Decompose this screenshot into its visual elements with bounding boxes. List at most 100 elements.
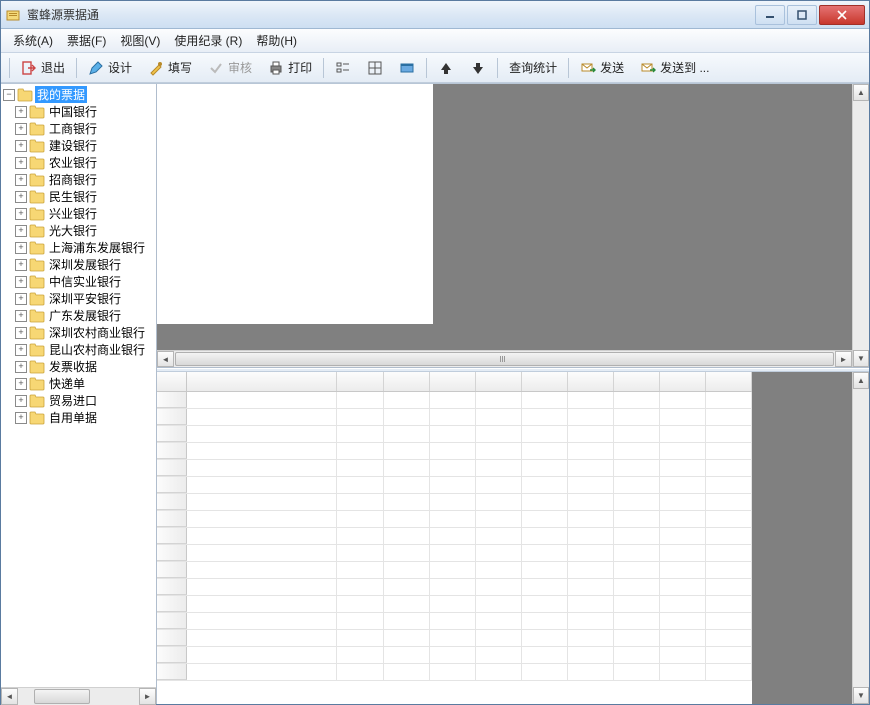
tree-item[interactable]: +深圳平安银行: [15, 290, 156, 307]
grid-cell[interactable]: [430, 647, 476, 663]
grid-cell[interactable]: [706, 426, 752, 442]
move-up-button[interactable]: [431, 57, 461, 79]
send-button[interactable]: 发送: [573, 56, 631, 79]
grid-cell[interactable]: [522, 392, 568, 408]
grid-cell[interactable]: [384, 647, 430, 663]
row-header[interactable]: [157, 647, 187, 663]
scroll-up-icon[interactable]: ▲: [853, 372, 869, 389]
grid-cell[interactable]: [430, 630, 476, 646]
grid-cell[interactable]: [384, 579, 430, 595]
grid-cell[interactable]: [660, 477, 706, 493]
grid-cell[interactable]: [522, 477, 568, 493]
grid-cell[interactable]: [476, 613, 522, 629]
row-header[interactable]: [157, 460, 187, 476]
menu-help[interactable]: 帮助(H): [250, 30, 303, 51]
expander-icon[interactable]: +: [15, 327, 27, 339]
scroll-track[interactable]: [853, 389, 869, 687]
scroll-down-icon[interactable]: ▼: [853, 687, 869, 704]
grid-col-header[interactable]: [614, 372, 660, 391]
grid-cell[interactable]: [614, 613, 660, 629]
grid-cell[interactable]: [660, 647, 706, 663]
grid-cell[interactable]: [187, 528, 337, 544]
audit-button[interactable]: 审核: [201, 56, 259, 79]
grid-cell[interactable]: [614, 579, 660, 595]
grid-cell[interactable]: [337, 647, 383, 663]
tree-item[interactable]: +建设银行: [15, 137, 156, 154]
grid-corner[interactable]: [157, 372, 187, 391]
grid-cell[interactable]: [706, 579, 752, 595]
menu-history[interactable]: 使用纪录 (R): [168, 30, 248, 51]
expander-icon[interactable]: +: [15, 242, 27, 254]
grid-cell[interactable]: [476, 596, 522, 612]
grid-cell[interactable]: [614, 596, 660, 612]
grid-cell[interactable]: [522, 409, 568, 425]
scroll-right-icon[interactable]: ►: [139, 688, 156, 705]
table-row[interactable]: [157, 477, 752, 494]
maximize-button[interactable]: [787, 5, 817, 25]
grid-cell[interactable]: [522, 528, 568, 544]
grid-cell[interactable]: [187, 596, 337, 612]
menu-system[interactable]: 系统(A): [7, 30, 59, 51]
grid-col-header[interactable]: [568, 372, 614, 391]
grid-cell[interactable]: [476, 511, 522, 527]
grid-cell[interactable]: [187, 443, 337, 459]
grid-cell[interactable]: [337, 477, 383, 493]
grid-cell[interactable]: [337, 664, 383, 680]
grid-cell[interactable]: [337, 460, 383, 476]
grid-cell[interactable]: [187, 630, 337, 646]
row-header[interactable]: [157, 613, 187, 629]
expander-icon[interactable]: +: [15, 123, 27, 135]
row-header[interactable]: [157, 477, 187, 493]
grid-cell[interactable]: [660, 460, 706, 476]
grid-cell[interactable]: [568, 511, 614, 527]
grid-cell[interactable]: [614, 426, 660, 442]
grid-cell[interactable]: [706, 630, 752, 646]
tree-item[interactable]: +深圳发展银行: [15, 256, 156, 273]
row-header[interactable]: [157, 409, 187, 425]
row-header[interactable]: [157, 528, 187, 544]
grid-cell[interactable]: [522, 460, 568, 476]
grid-cell[interactable]: [337, 494, 383, 510]
grid-cell[interactable]: [706, 647, 752, 663]
row-header[interactable]: [157, 579, 187, 595]
expander-icon[interactable]: −: [3, 89, 15, 101]
expander-icon[interactable]: +: [15, 412, 27, 424]
grid-cell[interactable]: [706, 528, 752, 544]
table-row[interactable]: [157, 647, 752, 664]
scroll-track[interactable]: [18, 688, 139, 705]
tree-item[interactable]: +自用单据: [15, 409, 156, 426]
grid-cell[interactable]: [430, 596, 476, 612]
tree-item[interactable]: +农业银行: [15, 154, 156, 171]
grid-cell[interactable]: [660, 443, 706, 459]
grid-cell[interactable]: [430, 664, 476, 680]
table-row[interactable]: [157, 409, 752, 426]
table-row[interactable]: [157, 630, 752, 647]
row-header[interactable]: [157, 545, 187, 561]
grid-cell[interactable]: [660, 545, 706, 561]
grid-cell[interactable]: [568, 579, 614, 595]
expander-icon[interactable]: +: [15, 157, 27, 169]
grid-cell[interactable]: [522, 579, 568, 595]
grid-cell[interactable]: [614, 647, 660, 663]
grid-cell[interactable]: [706, 494, 752, 510]
grid-cell[interactable]: [384, 409, 430, 425]
grid-cell[interactable]: [430, 613, 476, 629]
grid-cell[interactable]: [430, 426, 476, 442]
grid-cell[interactable]: [337, 596, 383, 612]
move-down-button[interactable]: [463, 57, 493, 79]
tree-item[interactable]: +深圳农村商业银行: [15, 324, 156, 341]
tree-item[interactable]: +广东发展银行: [15, 307, 156, 324]
grid-cell[interactable]: [384, 596, 430, 612]
grid-cell[interactable]: [384, 443, 430, 459]
row-header[interactable]: [157, 392, 187, 408]
grid-cell[interactable]: [706, 460, 752, 476]
grid-cell[interactable]: [384, 528, 430, 544]
grid-cell[interactable]: [430, 528, 476, 544]
expander-icon[interactable]: +: [15, 361, 27, 373]
scroll-left-icon[interactable]: ◄: [157, 351, 174, 367]
tree-root[interactable]: −我的票据: [3, 86, 156, 103]
grid-cell[interactable]: [522, 664, 568, 680]
grid-body[interactable]: [157, 392, 752, 704]
fill-button[interactable]: 填写: [141, 56, 199, 79]
grid-cell[interactable]: [384, 426, 430, 442]
